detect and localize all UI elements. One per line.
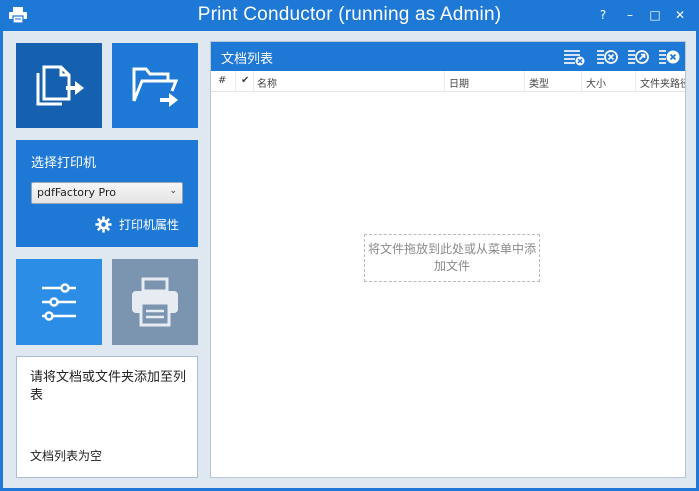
add-folder-button[interactable] bbox=[112, 43, 198, 128]
status-empty-list: 文档列表为空 bbox=[30, 449, 103, 463]
column-type[interactable]: 类型 bbox=[529, 75, 549, 90]
printer-select-value: pdfFactory Pro bbox=[37, 186, 116, 199]
add-files-icon bbox=[36, 65, 84, 106]
printer-select[interactable]: pdfFactory Pro ⌄ bbox=[31, 182, 183, 204]
column-header-row: # ✔ 名称 日期 类型 大小 文件夹路径 bbox=[211, 71, 685, 92]
column-divider[interactable] bbox=[253, 71, 254, 91]
column-size[interactable]: 大小 bbox=[586, 75, 606, 90]
minimize-button[interactable]: – bbox=[620, 6, 640, 24]
status-panel: 请将文档或文件夹添加至列表 文档列表为空 bbox=[16, 356, 198, 478]
select-printer-label: 选择打印机 bbox=[31, 156, 97, 171]
remove-selected-icon[interactable] bbox=[563, 48, 585, 66]
main-frame: 选择打印机 pdfFactory Pro ⌄ 打印机属性 请将文档或文件夹添加至… bbox=[3, 31, 696, 488]
printer-properties-button[interactable]: 打印机属性 bbox=[95, 216, 179, 233]
document-list-title: 文档列表 bbox=[221, 52, 274, 67]
remove-printed-icon[interactable] bbox=[627, 48, 649, 66]
close-button[interactable]: ✕ bbox=[670, 6, 690, 24]
status-message: 请将文档或文件夹添加至列表 bbox=[30, 370, 187, 403]
column-divider[interactable] bbox=[635, 71, 636, 91]
document-list-panel: 文档列表 # ✔ 名称 日期 类型 大小 文件夹路径 将文件拖放到此处或从菜单中… bbox=[210, 41, 686, 478]
column-divider[interactable] bbox=[444, 71, 445, 91]
column-divider[interactable] bbox=[581, 71, 582, 91]
column-name[interactable]: 名称 bbox=[257, 75, 277, 90]
printer-icon bbox=[132, 277, 178, 327]
column-check[interactable]: ✔ bbox=[241, 75, 249, 86]
chevron-down-icon: ⌄ bbox=[169, 186, 177, 196]
maximize-button[interactable]: □ bbox=[645, 6, 665, 24]
start-print-button[interactable] bbox=[112, 259, 198, 345]
column-divider[interactable] bbox=[235, 71, 236, 91]
column-divider[interactable] bbox=[524, 71, 525, 91]
drop-zone-hint[interactable]: 将文件拖放到此处或从菜单中添加文件 bbox=[364, 234, 540, 282]
column-date[interactable]: 日期 bbox=[449, 75, 469, 90]
clear-list-icon[interactable] bbox=[658, 48, 680, 66]
printer-properties-label: 打印机属性 bbox=[118, 218, 179, 232]
sliders-icon bbox=[42, 283, 76, 321]
help-button[interactable]: ? bbox=[593, 6, 613, 24]
add-folder-icon bbox=[132, 67, 179, 107]
document-list-header: 文档列表 bbox=[211, 42, 685, 71]
add-files-button[interactable] bbox=[16, 43, 102, 128]
column-index[interactable]: # bbox=[218, 75, 226, 86]
title-bar: Print Conductor (running as Admin) ? – □… bbox=[0, 0, 699, 31]
printer-panel: 选择打印机 pdfFactory Pro ⌄ 打印机属性 bbox=[16, 140, 198, 247]
remove-all-icon[interactable] bbox=[596, 48, 618, 66]
settings-button[interactable] bbox=[16, 259, 102, 345]
gear-icon bbox=[95, 216, 112, 233]
column-folder-path[interactable]: 文件夹路径 bbox=[640, 75, 685, 90]
